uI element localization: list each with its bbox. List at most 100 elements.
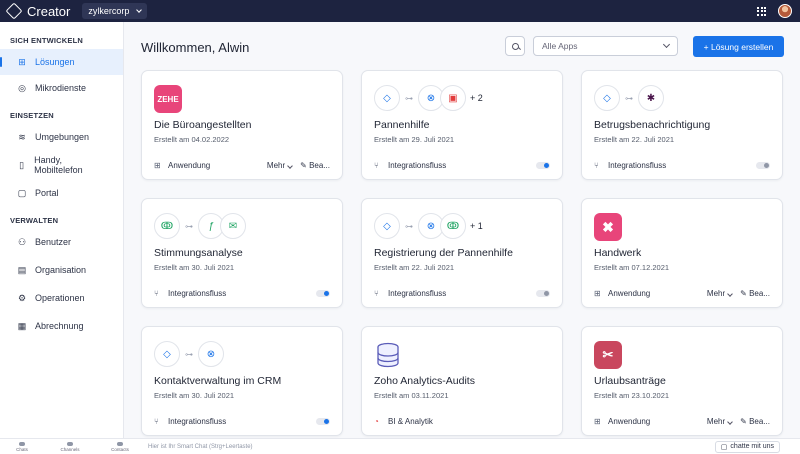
solution-card[interactable]: ◇ ⊶ ⊗ ↂ + 1 Registrierung der Pannenhilf… xyxy=(361,198,563,308)
chevron-down-icon xyxy=(727,418,733,425)
solution-card[interactable]: ◇ ⊶ ✱ Betrugsbenachrichtigung Erstellt a… xyxy=(581,70,783,180)
sidebar-item-operations[interactable]: ⚙ Operationen xyxy=(0,285,123,311)
sidebar-item-users[interactable]: ⚇ Benutzer xyxy=(0,229,123,255)
phone-icon: ▯ xyxy=(19,160,25,170)
chat-with-us-label: chatte mit uns xyxy=(730,443,774,450)
card-type: Integrationsfluss xyxy=(388,160,447,170)
zoho-flow-icon: ◇ xyxy=(374,85,400,111)
sidebar-item-label: Mikrodienste xyxy=(35,83,87,93)
main-content: Willkommen, Alwin Alle Apps + Lösung ers… xyxy=(125,22,800,438)
card-date: Erstellt am 29. Juli 2021 xyxy=(374,135,455,144)
flow-toggle[interactable] xyxy=(316,417,330,425)
smart-chat-input[interactable]: Hier ist Ihr Smart Chat (Strg+Leertaste) xyxy=(148,444,253,450)
card-title: Urlaubsanträge xyxy=(594,375,666,387)
search-button[interactable] xyxy=(505,36,525,56)
webhook-icon: ↂ xyxy=(154,213,180,239)
integration-icons: ↂ ⊶ ƒ ✉ xyxy=(154,213,246,239)
sidebar-item-portal[interactable]: ▢ Portal xyxy=(0,180,123,206)
pencil-icon: ✎ xyxy=(740,288,750,298)
pencil-icon: ✎ xyxy=(740,416,750,426)
solution-card[interactable]: ✖ Handwerk Erstellt am 07.12.2021 ⊞ Anwe… xyxy=(581,198,783,308)
edit-link[interactable]: ✎ Bea... xyxy=(740,289,770,298)
card-footer: ⑂ Integrationsfluss xyxy=(154,287,330,299)
card-title: Die Büroangestellten xyxy=(154,119,252,131)
card-footer: ⊞ Anwendung Mehr ✎ Bea... xyxy=(594,415,770,427)
org-name: zylkercorp xyxy=(88,6,130,16)
sidebar-item-microservices[interactable]: ◎ Mikrodienste xyxy=(0,75,123,101)
sidebar-item-label: Portal xyxy=(35,188,59,198)
integration-icons: ◇ ⊶ ✱ xyxy=(594,85,664,111)
sidebar-item-organisation[interactable]: ▤ Organisation xyxy=(0,257,123,283)
connector-icon: ⊶ xyxy=(405,93,413,103)
chat-with-us-button[interactable]: ▢ chatte mit uns xyxy=(714,440,780,453)
building-icon: ▤ xyxy=(17,265,27,275)
connector-icon: ⊶ xyxy=(405,221,413,231)
solution-card[interactable]: ↂ ⊶ ƒ ✉ Stimmungsanalyse Erstellt am 30.… xyxy=(141,198,343,308)
sidebar-item-label: Organisation xyxy=(35,265,87,275)
zoho-flow-icon: ◇ xyxy=(154,341,180,367)
solution-card[interactable]: ✂ Urlaubsanträge Erstellt am 23.10.2021 … xyxy=(581,326,783,436)
sidebar-item-label: Lösungen xyxy=(35,57,75,67)
edit-label: Bea... xyxy=(749,288,770,298)
card-title: Zoho Analytics-Audits xyxy=(374,375,475,387)
more-menu[interactable]: Mehr xyxy=(707,417,733,426)
app-filter-select[interactable]: Alle Apps xyxy=(533,36,678,56)
edit-link[interactable]: ✎ Bea... xyxy=(740,417,770,426)
more-menu[interactable]: Mehr xyxy=(267,161,293,170)
user-avatar[interactable] xyxy=(778,4,792,18)
application-icon: ⊞ xyxy=(594,416,601,426)
card-type: Integrationsfluss xyxy=(608,160,667,170)
contacts-button[interactable]: Contacts xyxy=(96,441,144,452)
channels-button[interactable]: Channels xyxy=(44,441,96,452)
card-type: BI & Analytik xyxy=(388,416,433,426)
card-date: Erstellt am 22. Juli 2021 xyxy=(594,135,675,144)
flow-icon: ⑂ xyxy=(374,288,379,298)
sidebar-item-environments[interactable]: ≋ Umgebungen xyxy=(0,124,123,150)
edit-link[interactable]: ✎ Bea... xyxy=(300,161,330,170)
org-switcher[interactable]: zylkercorp xyxy=(82,3,148,19)
solution-card[interactable]: ◇ ⊶ ⊗ Kontaktverwaltung im CRM Erstellt … xyxy=(141,326,343,436)
solution-card[interactable]: ◇ ⊶ ⊗ ▣ + 2 Pannenhilfe Erstellt am 29. … xyxy=(361,70,563,180)
section-title-deploy: EINSETZEN xyxy=(10,111,54,120)
card-footer: ◔ BI & Analytik xyxy=(374,415,550,427)
card-date: Erstellt am 23.10.2021 xyxy=(594,391,670,400)
card-date: Erstellt am 04.02.2022 xyxy=(154,135,230,144)
card-date: Erstellt am 07.12.2021 xyxy=(594,263,670,272)
zoho-flow-icon: ◇ xyxy=(594,85,620,111)
flow-toggle[interactable] xyxy=(536,289,550,297)
flow-toggle[interactable] xyxy=(536,161,550,169)
chats-button[interactable]: Chats xyxy=(0,441,44,452)
more-label: Mehr xyxy=(706,288,726,298)
card-footer: ⑂ Integrationsfluss xyxy=(154,415,330,427)
card-title: Pannenhilfe xyxy=(374,119,430,131)
integration-icons: ◇ ⊶ ⊗ xyxy=(154,341,224,367)
sidebar-item-billing[interactable]: ▦ Abrechnung xyxy=(0,313,123,339)
sidebar-item-label: Benutzer xyxy=(35,237,72,247)
billing-icon: ▦ xyxy=(17,321,27,331)
card-date: Erstellt am 30. Juli 2021 xyxy=(154,391,235,400)
card-footer: ⑂ Integrationsfluss xyxy=(594,159,770,171)
more-menu[interactable]: Mehr xyxy=(706,288,733,298)
gear-icon: ⚙ xyxy=(17,293,27,303)
create-solution-button[interactable]: + Lösung erstellen xyxy=(693,36,784,57)
chevron-down-icon xyxy=(662,40,671,49)
app-logo[interactable]: Creator xyxy=(5,2,70,20)
slack-icon: ✱ xyxy=(638,85,664,111)
card-title: Betrugsbenachrichtigung xyxy=(594,119,711,131)
sidebar-item-solutions[interactable]: ⊞ Lösungen xyxy=(0,49,123,75)
webhook-icon: ↂ xyxy=(440,213,466,239)
card-type: Anwendung xyxy=(608,416,651,426)
sidebar-item-mobile[interactable]: ▯ Handy, Mobiltelefon xyxy=(0,152,123,178)
solution-card[interactable]: Zoho Analytics-Audits Erstellt am 03.11.… xyxy=(361,326,563,436)
layers-icon: ≋ xyxy=(18,132,26,142)
connector-icon: ⊶ xyxy=(625,93,633,103)
top-bar: Creator zylkercorp xyxy=(0,0,800,22)
connector-icon: ⊶ xyxy=(185,221,193,231)
flow-toggle[interactable] xyxy=(756,161,770,169)
app-grid-icon[interactable] xyxy=(757,6,766,16)
extra-apps-count: + 2 xyxy=(470,93,483,103)
flow-toggle[interactable] xyxy=(316,289,330,297)
solution-card[interactable]: ZEHE Die Büroangestellten Erstellt am 04… xyxy=(141,70,343,180)
page-title: Willkommen, Alwin xyxy=(141,40,250,55)
sync-icon: ⊗ xyxy=(198,341,224,367)
